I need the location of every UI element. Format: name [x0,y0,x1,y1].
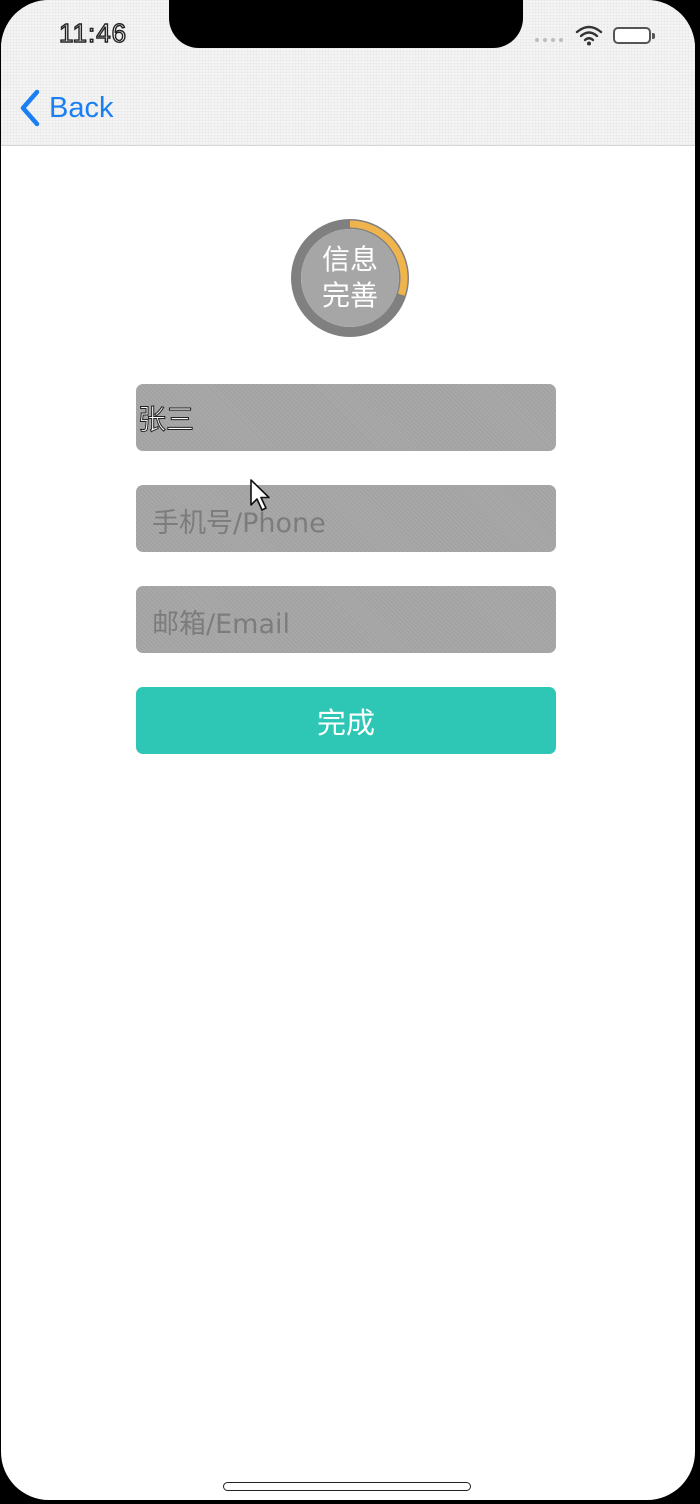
submit-button[interactable]: 完成 [136,687,556,754]
progress-label-line1: 信息 [321,243,378,276]
chevron-left-icon [20,89,40,127]
phone-field-placeholder: 手机号/Phone [152,508,326,539]
phone-screen: 11:46 Back 信息 完善 张三 手机号/Phone 邮箱/Email 完… [1,0,695,1500]
back-label: Back [49,91,114,124]
status-indicators [535,24,655,46]
progress-label-line2: 完善 [321,279,378,312]
home-indicator[interactable] [223,1482,471,1491]
progress-label: 信息 完善 [291,219,409,337]
phone-field[interactable]: 手机号/Phone [136,485,556,552]
cellular-signal-icon [535,38,563,42]
name-field-value: 张三 [137,403,195,437]
notch [169,0,523,48]
profile-progress-ring: 信息 完善 [291,219,409,337]
navigation-bar: 11:46 Back [1,0,695,146]
email-field[interactable]: 邮箱/Email [136,586,556,653]
mouse-cursor-icon [250,479,270,511]
back-button[interactable]: Back [17,88,113,128]
wifi-icon [575,25,603,46]
email-field-placeholder: 邮箱/Email [152,609,291,640]
battery-icon [613,26,655,44]
name-field[interactable]: 张三 [136,384,556,451]
status-time: 11:46 [58,17,128,48]
